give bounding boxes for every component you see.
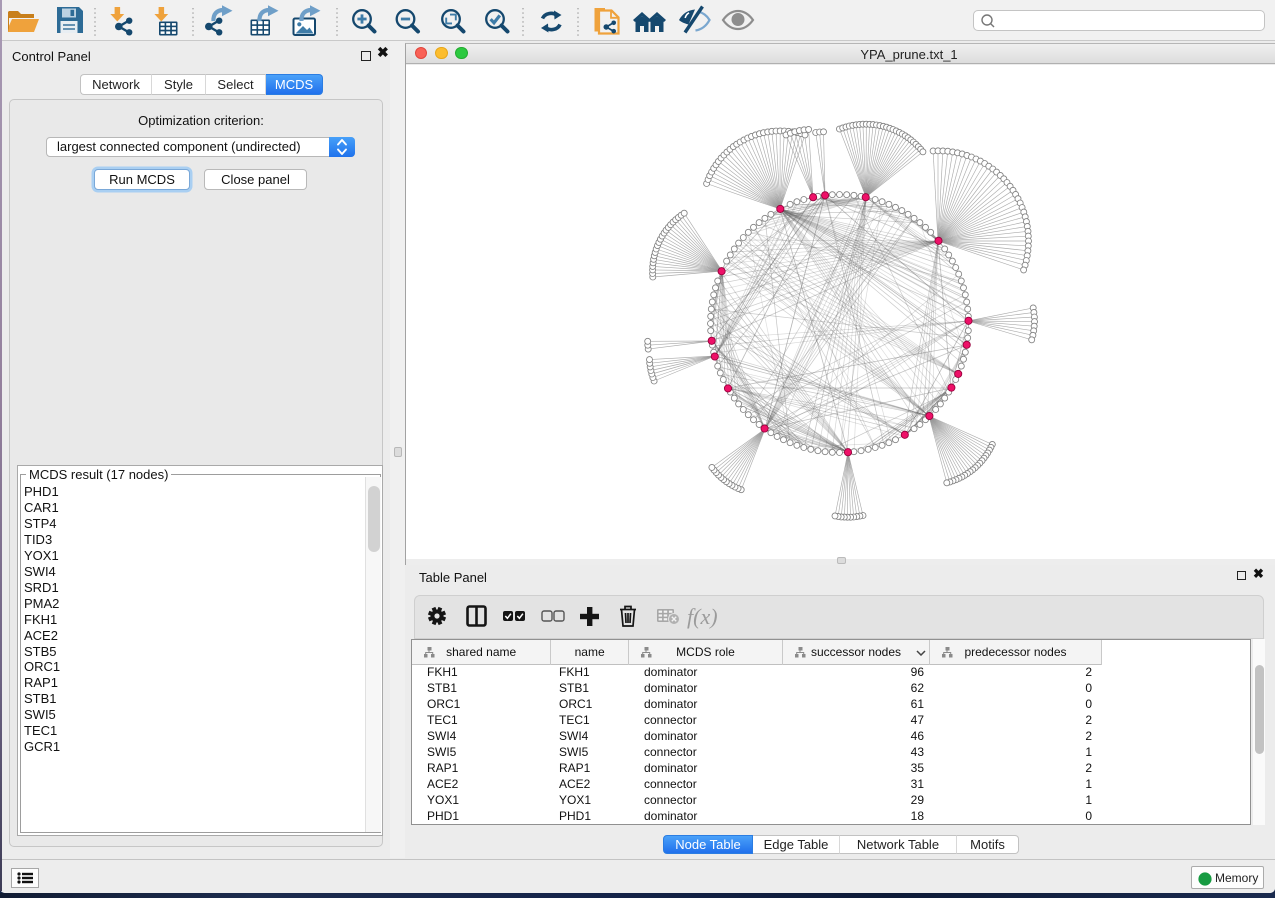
svg-text:f(x): f(x) bbox=[687, 604, 718, 629]
